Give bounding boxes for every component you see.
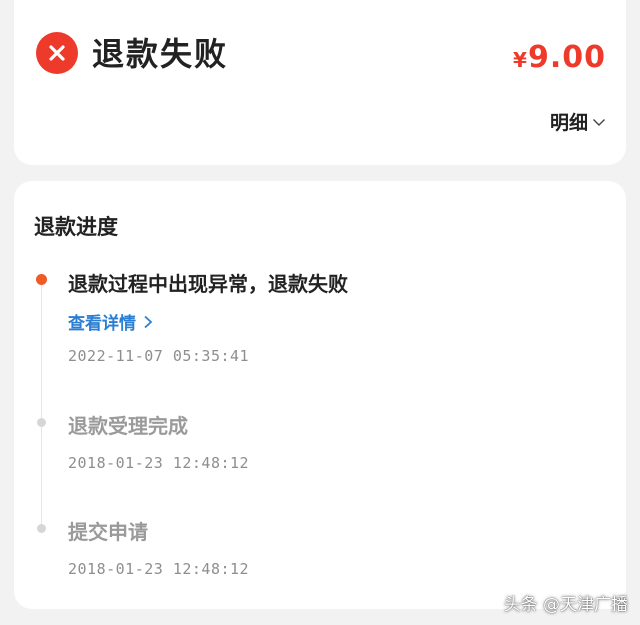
step-time: 2022-11-07 05:35:41 [68, 347, 250, 365]
currency-symbol: ¥ [513, 48, 527, 72]
timeline-dot-active [36, 274, 47, 285]
step-time: 2018-01-23 12:48:12 [68, 560, 250, 578]
close-circle-icon [36, 32, 78, 74]
step-title: 退款过程中出现异常，退款失败 [68, 272, 348, 296]
refund-detail-page: 退款失败 ¥ 9.00 明细 退款进度 退款过程中出现异常，退款失败 查看详情 … [0, 0, 640, 625]
step-time: 2018-01-23 12:48:12 [68, 454, 250, 472]
amount-value: 9.00 [527, 40, 606, 75]
refund-amount: ¥ 9.00 [513, 38, 606, 80]
timeline-line [41, 281, 42, 527]
step-title: 提交申请 [68, 520, 148, 544]
refund-status-title: 退款失败 [92, 35, 229, 73]
detail-toggle-button[interactable]: 明细 [550, 108, 606, 135]
timeline-dot-inactive [37, 524, 46, 533]
step-title: 退款受理完成 [68, 414, 188, 438]
view-details-link[interactable]: 查看详情 [68, 309, 154, 334]
timeline-dot-inactive [37, 418, 46, 427]
detail-toggle-label: 明细 [549, 112, 588, 134]
progress-section-title: 退款进度 [34, 215, 118, 239]
chevron-down-icon [593, 118, 605, 126]
refund-status-card: 退款失败 ¥ 9.00 明细 [14, 0, 626, 165]
watermark: 头条 @天津广播 [503, 595, 628, 615]
chevron-right-icon [144, 315, 153, 328]
refund-progress-card: 退款进度 退款过程中出现异常，退款失败 查看详情 2022-11-07 05:3… [14, 181, 626, 609]
view-details-label: 查看详情 [68, 314, 136, 334]
